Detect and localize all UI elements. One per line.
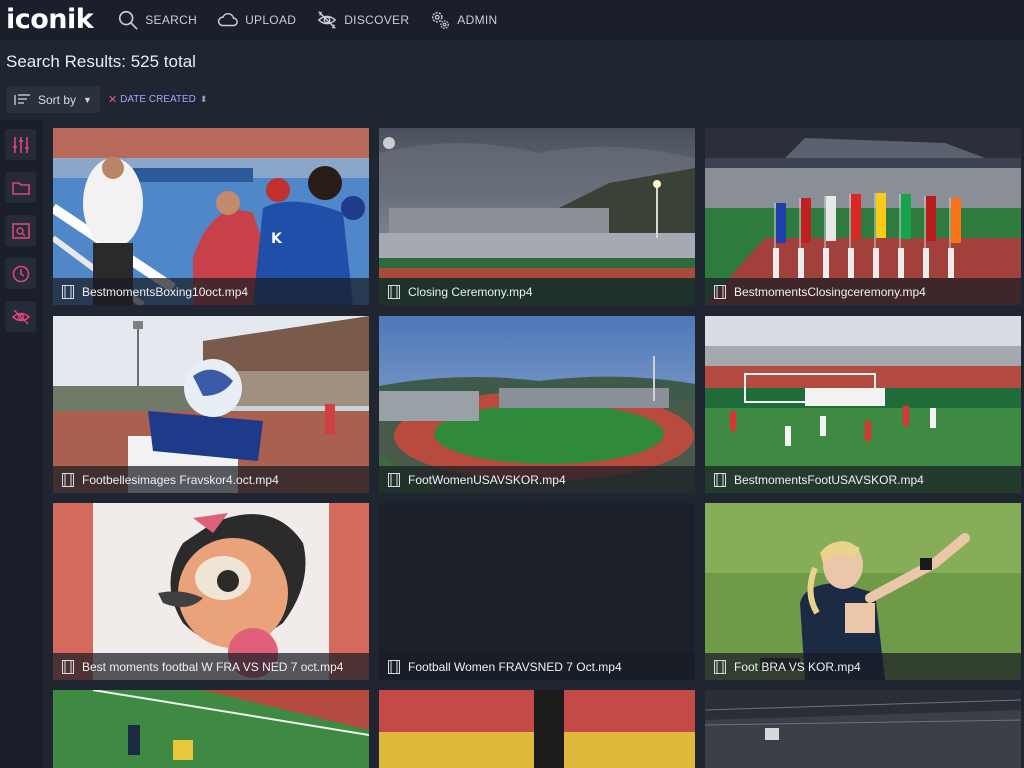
asset-card[interactable]: Closing Ceremony.mp4 [379,128,695,305]
asset-caption: BestmomentsBoxing10oct.mp4 [53,278,369,305]
top-bar: iconik SEARCH UPLOAD DISCOVER ADMIN [0,0,1024,40]
asset-card[interactable]: Foot BRA VS KOR.mp4 [705,503,1021,680]
asset-caption: Football Women FRAVSNED 7 Oct.mp4 [379,653,695,680]
gear-icon [432,11,450,29]
asset-caption: Foot BRA VS KOR.mp4 [705,653,1021,680]
rail-filters-button[interactable] [5,129,36,160]
discover-off-icon [11,308,30,325]
nav-discover-label: DISCOVER [344,13,410,27]
nav-admin-label: ADMIN [457,13,498,27]
sort-bar: Sort by ▼ ✕ DATE CREATED ⬍ [6,86,207,113]
asset-caption: FootWomenUSAVSKOR.mp4 [379,466,695,493]
video-thumbnail [379,690,695,768]
remove-sort-icon[interactable]: ✕ [108,93,117,106]
asset-card[interactable]: Footbellesimages Fravskor4.oct.mp4 [53,316,369,493]
discover-icon [317,11,337,29]
asset-caption: Best moments footbal W FRA VS NED 7 oct.… [53,653,369,680]
rail-history-button[interactable] [5,258,36,289]
sliders-icon [12,136,29,153]
video-file-icon [714,472,726,487]
nav-upload-label: UPLOAD [245,13,297,27]
video-thumbnail [705,690,1021,768]
folder-icon [11,181,30,195]
sort-by-label: Sort by [38,92,77,107]
asset-caption: Closing Ceremony.mp4 [379,278,695,305]
asset-filename: Closing Ceremony.mp4 [408,284,533,299]
asset-filename: BestmomentsBoxing10oct.mp4 [82,284,249,299]
cloud-upload-icon [217,12,238,27]
sort-by-button[interactable]: Sort by ▼ [6,86,100,113]
asset-card[interactable]: K BestmomentsBoxing10oct.mp4 [53,128,369,305]
video-file-icon [62,472,74,487]
chevron-down-icon: ▼ [83,94,92,105]
asset-card[interactable] [379,690,695,768]
sort-field-chip[interactable]: ✕ DATE CREATED ⬍ [108,93,208,106]
video-file-icon [388,284,400,299]
asset-card[interactable]: Football Women FRAVSNED 7 Oct.mp4 [379,503,695,680]
asset-filename: Footbellesimages Fravskor4.oct.mp4 [82,472,279,487]
asset-filename: BestmomentsFootUSAVSKOR.mp4 [734,472,924,487]
asset-filename: Football Women FRAVSNED 7 Oct.mp4 [408,659,622,674]
video-file-icon [714,659,726,674]
sort-direction-icon[interactable]: ⬍ [200,94,208,105]
sort-lines-icon [14,93,30,105]
asset-card[interactable]: FootWomenUSAVSKOR.mp4 [379,316,695,493]
asset-caption: BestmomentsFootUSAVSKOR.mp4 [705,466,1021,493]
rail-discover-button[interactable] [5,301,36,332]
history-icon [12,265,29,282]
video-file-icon [714,284,726,299]
nav-search[interactable]: SEARCH [117,0,197,40]
video-thumbnail [53,690,369,768]
asset-caption: Footbellesimages Fravskor4.oct.mp4 [53,466,369,493]
nav-admin[interactable]: ADMIN [429,0,497,40]
asset-card[interactable]: Best moments footbal W FRA VS NED 7 oct.… [53,503,369,680]
main-nav: SEARCH UPLOAD DISCOVER ADMIN [117,0,517,40]
asset-filename: Foot BRA VS KOR.mp4 [734,659,861,674]
video-file-icon [62,659,74,674]
search-icon [119,10,139,30]
nav-upload[interactable]: UPLOAD [217,0,296,40]
asset-caption: BestmomentsClosingceremony.mp4 [705,278,1021,305]
left-tool-rail [0,120,43,768]
svg-text:K: K [271,231,283,247]
nav-search-label: SEARCH [145,13,198,27]
asset-card[interactable] [705,690,1021,768]
asset-filename: Best moments footbal W FRA VS NED 7 oct.… [82,659,344,674]
nav-discover[interactable]: DISCOVER [316,0,409,40]
results-title: Search Results: 525 total [6,52,196,71]
video-file-icon [388,472,400,487]
video-file-icon [62,284,74,299]
rail-saved-search-button[interactable] [5,215,36,246]
asset-card[interactable]: BestmomentsFootUSAVSKOR.mp4 [705,316,1021,493]
sort-field-label: DATE CREATED [120,94,196,105]
rail-collections-button[interactable] [5,172,36,203]
asset-filename: BestmomentsClosingceremony.mp4 [734,284,926,299]
video-file-icon [388,659,400,674]
saved-search-icon [11,222,30,239]
asset-card[interactable]: BestmomentsClosingceremony.mp4 [705,128,1021,305]
asset-filename: FootWomenUSAVSKOR.mp4 [408,472,566,487]
asset-card[interactable] [53,690,369,768]
iconik-logo[interactable]: iconik [6,0,94,40]
